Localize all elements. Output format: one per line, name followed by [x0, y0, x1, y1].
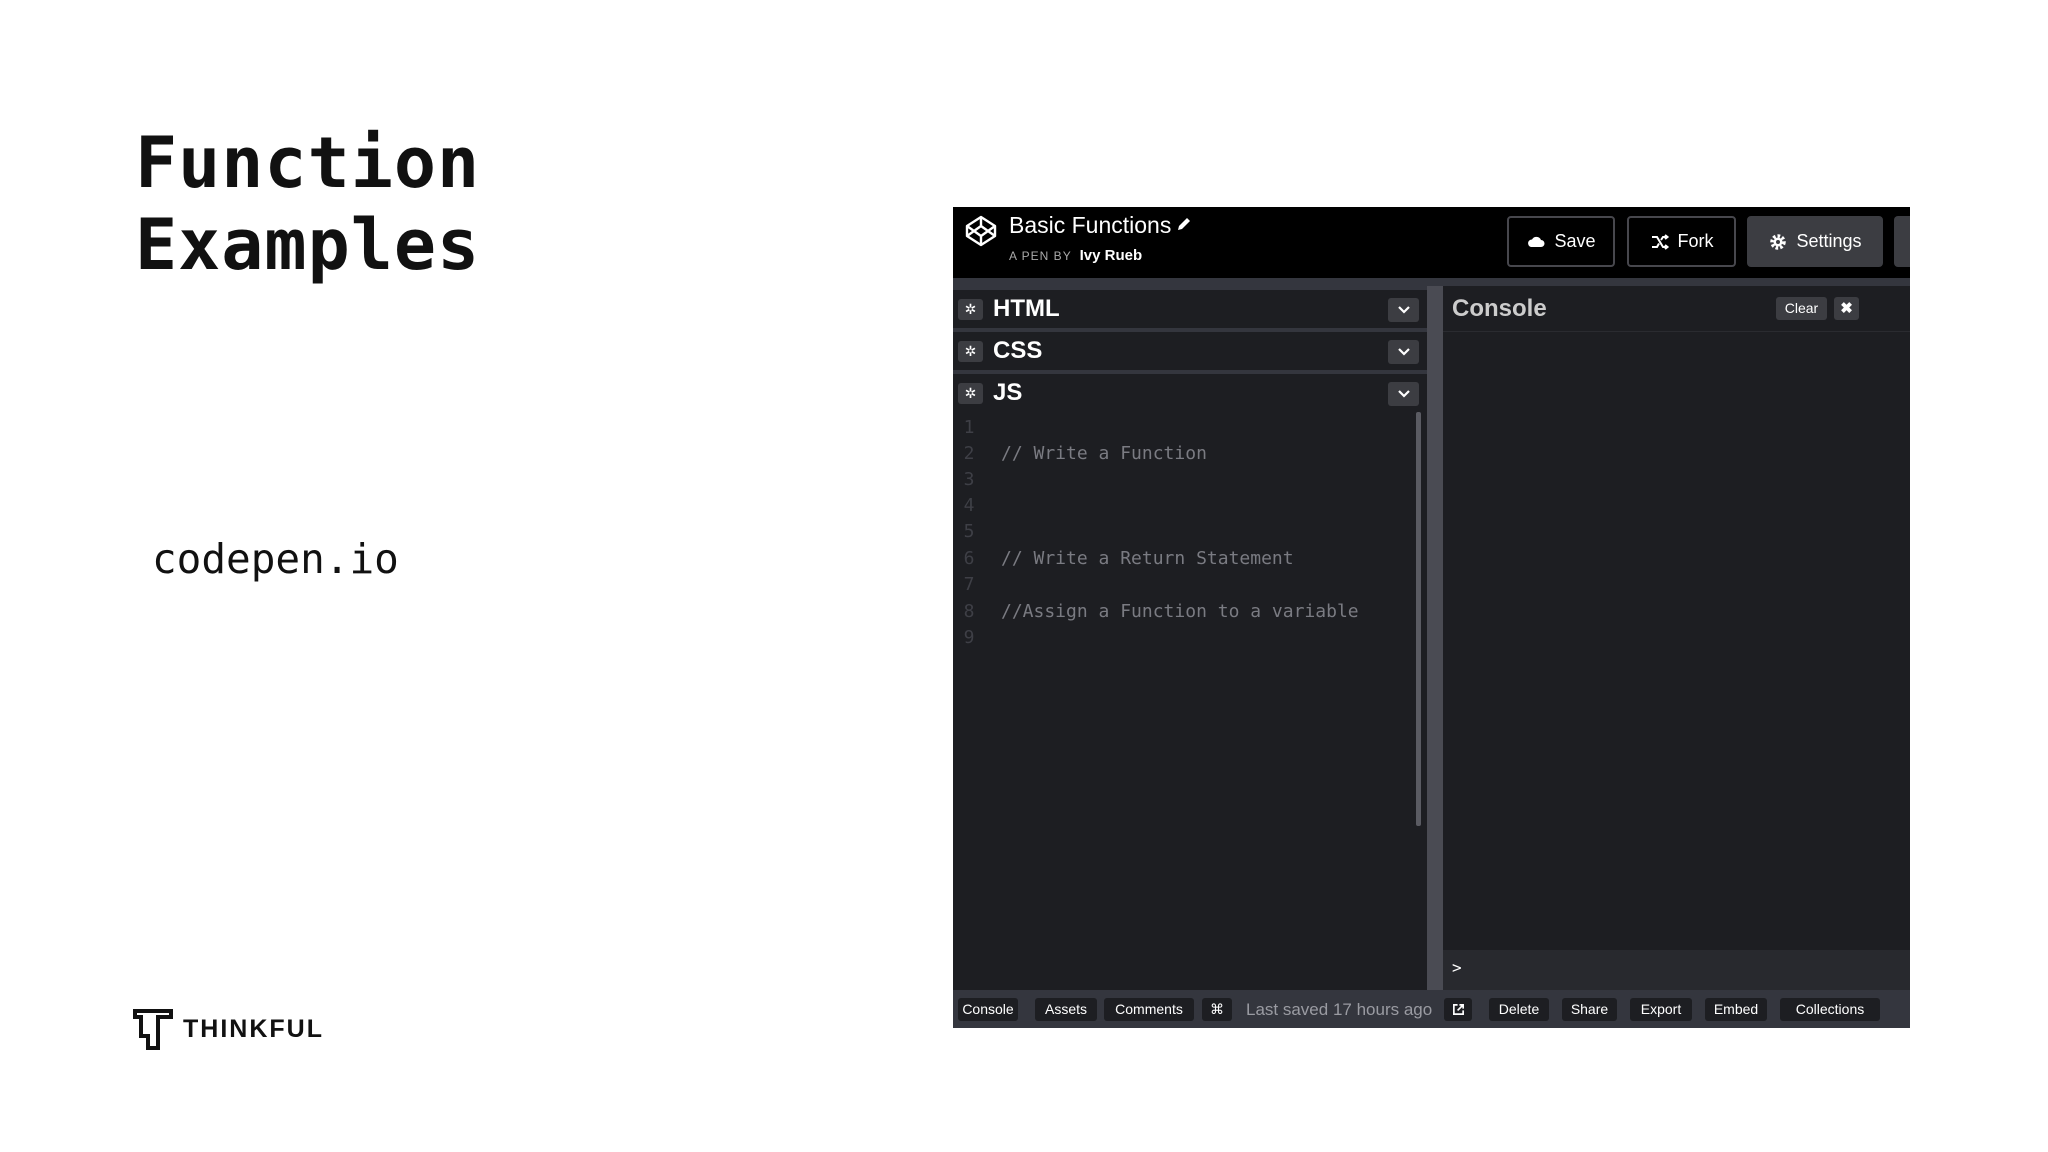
- cloud-icon: [1528, 236, 1545, 247]
- code-line: 7: [953, 572, 1413, 598]
- column-resize-handle[interactable]: [1427, 286, 1443, 990]
- share-button[interactable]: Share: [1562, 998, 1617, 1021]
- embed-button[interactable]: Embed: [1705, 998, 1767, 1021]
- gear-icon: [1770, 233, 1787, 250]
- pen-title[interactable]: Basic Functions: [1009, 212, 1171, 239]
- thinkful-mark-icon: [133, 1009, 173, 1050]
- settings-button-label: Settings: [1796, 231, 1862, 251]
- slide-title-line-1: Function: [135, 122, 481, 204]
- line-number: 9: [963, 627, 975, 648]
- codepen-logo-icon[interactable]: [964, 214, 998, 248]
- thinkful-logo-text: THINKFUL: [183, 1014, 324, 1043]
- css-collapse-button[interactable]: [1388, 340, 1419, 364]
- code-line: 4: [953, 493, 1413, 519]
- js-editor-label: JS: [993, 379, 1023, 406]
- collections-button[interactable]: Collections: [1780, 998, 1880, 1021]
- pen-author: A PEN BY Ivy Rueb: [1009, 247, 1142, 264]
- console-prompt: >: [1452, 958, 1462, 977]
- fork-button[interactable]: Fork: [1627, 216, 1736, 267]
- chevron-down-icon: [1397, 390, 1410, 398]
- comments-button[interactable]: Comments: [1104, 998, 1194, 1021]
- delete-button[interactable]: Delete: [1489, 998, 1549, 1021]
- line-number: 5: [963, 521, 975, 542]
- last-saved-status: Last saved 17 hours ago: [1246, 1000, 1433, 1019]
- js-editor-header[interactable]: ✲ JS: [953, 370, 1427, 412]
- fork-icon: [1651, 233, 1669, 250]
- css-settings-gear-icon[interactable]: ✲: [958, 341, 983, 362]
- line-number: 6: [963, 548, 975, 569]
- author-name-link[interactable]: Ivy Rueb: [1080, 247, 1143, 264]
- console-header: Console Clear ✖: [1443, 286, 1910, 332]
- html-editor-header[interactable]: ✲ HTML: [953, 286, 1427, 328]
- pencil-edit-icon[interactable]: [1175, 215, 1193, 233]
- code-text: // Write a Return Statement: [1001, 548, 1294, 569]
- code-line: 8 //Assign a Function to a variable: [953, 599, 1413, 625]
- chevron-down-icon: [1397, 348, 1410, 356]
- code-text: //Assign a Function to a variable: [1001, 601, 1359, 622]
- js-code-editor[interactable]: 1 2 // Write a Function 3 4 5 6 // Write…: [953, 412, 1427, 990]
- save-button[interactable]: Save: [1507, 216, 1615, 267]
- code-line: 3: [953, 467, 1413, 493]
- code-line: 6 // Write a Return Statement: [953, 546, 1413, 572]
- css-editor-header[interactable]: ✲ CSS: [953, 328, 1427, 370]
- js-settings-gear-icon[interactable]: ✲: [958, 383, 983, 404]
- slide-title: Function Examples: [135, 122, 480, 286]
- codepen-footer: Console Assets Comments ⌘ Last saved 17 …: [953, 990, 1910, 1028]
- console-toggle-button[interactable]: Console: [958, 998, 1018, 1021]
- console-close-icon[interactable]: ✖: [1834, 297, 1859, 320]
- editors-column: ✲ HTML ✲ CSS ✲ JS 1 2 // Write a Functio…: [953, 286, 1427, 990]
- assets-button[interactable]: Assets: [1035, 998, 1097, 1021]
- line-number: 4: [963, 495, 975, 516]
- console-input[interactable]: >: [1443, 950, 1910, 990]
- settings-button[interactable]: Settings: [1747, 216, 1883, 267]
- keyboard-shortcuts-icon[interactable]: ⌘: [1202, 998, 1232, 1021]
- line-number: 8: [963, 601, 975, 622]
- code-editor-scrollbar[interactable]: [1416, 412, 1421, 826]
- code-line: 2 // Write a Function: [953, 441, 1413, 467]
- fork-button-label: Fork: [1677, 231, 1714, 251]
- codepen-window: Basic Functions A PEN BY Ivy Rueb Save F…: [953, 207, 1910, 1028]
- css-editor-label: CSS: [993, 337, 1043, 364]
- line-number: 1: [963, 417, 975, 438]
- author-label: A PEN BY: [1009, 249, 1072, 263]
- html-collapse-button[interactable]: [1388, 298, 1419, 322]
- slide-title-line-2: Examples: [135, 204, 481, 286]
- html-settings-gear-icon[interactable]: ✲: [958, 299, 983, 320]
- line-number: 7: [963, 574, 975, 595]
- save-button-label: Save: [1554, 231, 1596, 251]
- code-line: 9: [953, 625, 1413, 651]
- code-text: // Write a Function: [1001, 443, 1207, 464]
- change-view-button[interactable]: [1894, 216, 1910, 267]
- html-editor-label: HTML: [993, 295, 1060, 322]
- slide-url-text: codepen.io: [152, 535, 399, 583]
- code-line: 1: [953, 415, 1413, 441]
- external-link-icon[interactable]: [1444, 998, 1472, 1021]
- codepen-header: Basic Functions A PEN BY Ivy Rueb Save F…: [953, 207, 1910, 278]
- line-number: 3: [963, 469, 975, 490]
- console-clear-button[interactable]: Clear: [1776, 297, 1827, 320]
- export-button[interactable]: Export: [1630, 998, 1692, 1021]
- code-line: 5: [953, 519, 1413, 545]
- thinkful-logo: THINKFUL: [133, 1008, 324, 1050]
- line-number: 2: [963, 443, 975, 464]
- chevron-down-icon: [1397, 306, 1410, 314]
- js-collapse-button[interactable]: [1388, 382, 1419, 406]
- open-external-icon: [1452, 1004, 1464, 1015]
- console-panel: Console Clear ✖ >: [1443, 286, 1910, 990]
- console-title: Console: [1452, 295, 1547, 322]
- header-divider: [953, 278, 1910, 286]
